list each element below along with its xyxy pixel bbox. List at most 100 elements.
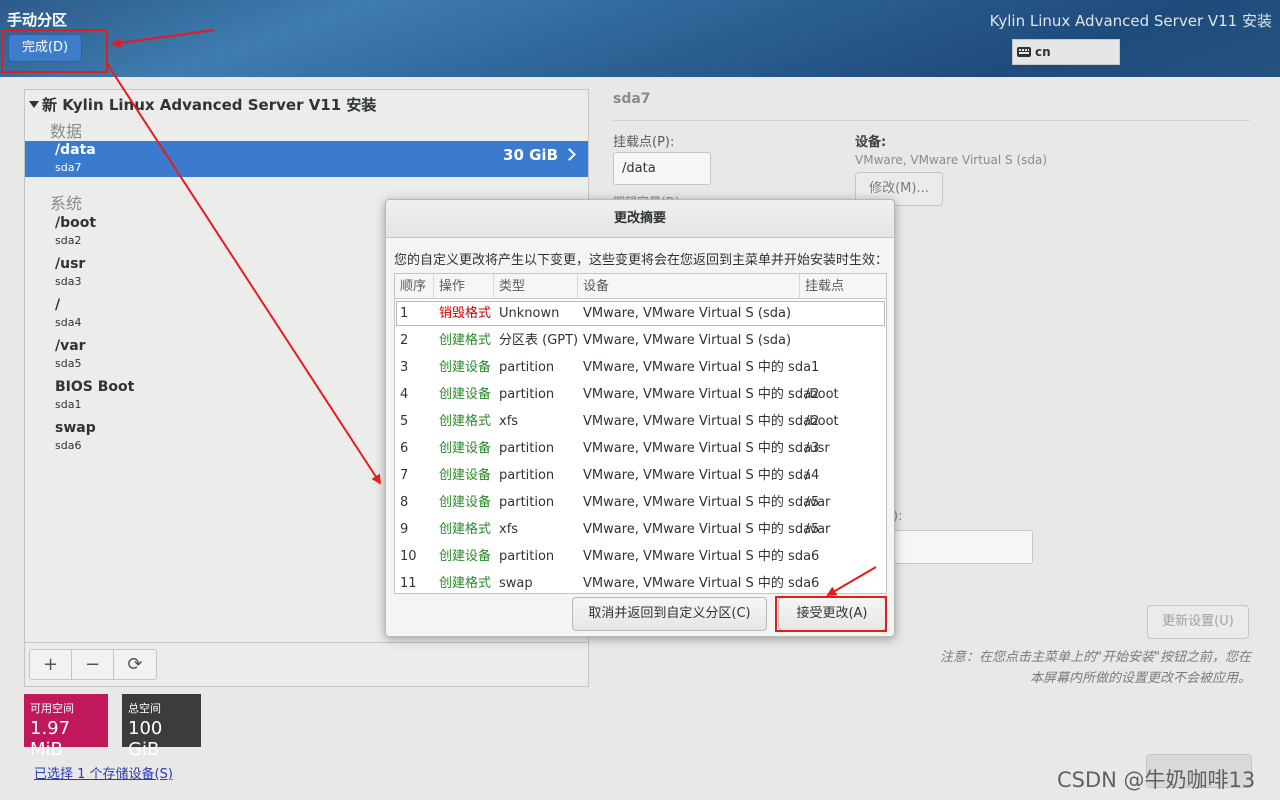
row-order-cell: 3 — [400, 360, 409, 375]
table-row[interactable]: 5 创建格式 xfs VMware, VMware Virtual S 中的 sda2… — [395, 408, 886, 435]
row-device-cell: VMware, VMware Virtual S (sda) — [583, 333, 792, 348]
summary-of-changes-dialog: 更改摘要 您的自定义更改将产生以下变更，这些变更将会在您返回到主菜单并开始安装时… — [385, 199, 895, 637]
row-type-cell: Unknown — [499, 306, 560, 321]
table-row[interactable]: 9 创建格式 xfs VMware, VMware Virtual S 中的 sda5… — [395, 516, 886, 543]
row-order-cell: 1 — [400, 306, 409, 321]
installation-tree-root[interactable]: 新 Kylin Linux Advanced Server V11 安装 — [29, 94, 376, 115]
watermark: CSDN @牛奶咖啡13 — [1057, 768, 1256, 792]
label-input[interactable] — [893, 530, 1033, 564]
dialog-description: 您的自定义更改将产生以下变更，这些变更将会在您返回到主菜单并开始安装时生效： — [394, 253, 889, 268]
table-row[interactable]: 11 创建格式 swap VMware, VMware Virtual S 中的 sd… — [395, 570, 886, 593]
selected-storage-link[interactable]: 已选择 1 个存储设备(S) — [34, 763, 173, 782]
mount-item-device: sda1 — [55, 398, 82, 411]
annotation-highlight-done — [1, 29, 108, 73]
row-device-cell: VMware, VMware Virtual S 中的 sda6 — [583, 549, 820, 564]
toolbar-button-group: + − ⟳ — [29, 649, 157, 680]
row-device-cell: VMware, VMware Virtual S 中的 sda1 — [583, 360, 820, 375]
total-space-value: 100 GiB — [128, 718, 163, 760]
total-space-label: 总空间 — [128, 702, 161, 715]
row-action-cell: 创建格式 — [439, 576, 492, 591]
table-row[interactable]: 1 销毁格式 Unknown VMware, VMware Virtual S (sd… — [395, 300, 886, 327]
available-space-box: 可用空间 1.97 MiB — [24, 694, 108, 760]
available-space-value: 1.97 MiB — [30, 718, 71, 760]
table-row[interactable]: 3 创建设备 partition VMware, VMware Virtual S 中… — [395, 354, 886, 381]
row-mount-point-cell: /usr — [805, 441, 830, 456]
row-action-cell: 创建格式 — [439, 414, 492, 429]
row-type-cell: partition — [499, 468, 555, 483]
row-action-cell: 创建格式 — [439, 522, 492, 537]
installation-root-label: 新 Kylin Linux Advanced Server V11 安装 — [42, 96, 377, 114]
available-space-label: 可用空间 — [30, 702, 74, 715]
keyboard-icon — [1017, 47, 1031, 57]
column-header-device[interactable]: 设备 — [578, 274, 800, 299]
mount-item-size: 30 GiB — [503, 146, 558, 164]
table-row[interactable]: 10 创建设备 partition VMware, VMware Virtual S … — [395, 543, 886, 570]
row-action-cell: 创建格式 — [439, 333, 492, 348]
row-device-cell: VMware, VMware Virtual S 中的 sda5 — [583, 522, 820, 537]
row-type-cell: swap — [499, 576, 533, 591]
row-action-cell: 创建设备 — [439, 468, 492, 483]
keyboard-layout-label: cn — [1035, 45, 1051, 59]
mount-item-data[interactable]: /data sda7 30 GiB — [25, 141, 588, 177]
partition-detail-title: sda7 — [613, 91, 651, 107]
table-row[interactable]: 2 创建格式 分区表 (GPT) VMware, VMware Virtual S (… — [395, 327, 886, 354]
row-type-cell: partition — [499, 441, 555, 456]
page-title: 手动分区 — [7, 11, 68, 29]
row-order-cell: 8 — [400, 495, 409, 510]
mount-point-toolbar: + − ⟳ — [25, 642, 588, 686]
row-order-cell: 2 — [400, 333, 409, 348]
table-row[interactable]: 7 创建设备 partition VMware, VMware Virtual S 中… — [395, 462, 886, 489]
annotation-highlight-accept — [775, 596, 887, 632]
row-order-cell: 9 — [400, 522, 409, 537]
table-row[interactable]: 6 创建设备 partition VMware, VMware Virtual S 中… — [395, 435, 886, 462]
keyboard-layout-indicator[interactable]: cn — [1012, 39, 1120, 65]
mount-item-name: /data — [55, 142, 96, 158]
row-device-cell: VMware, VMware Virtual S (sda) — [583, 306, 792, 321]
row-action-cell: 创建设备 — [439, 495, 492, 510]
chevron-right-icon — [563, 148, 576, 161]
row-device-cell: VMware, VMware Virtual S 中的 sda2 — [583, 414, 820, 429]
row-device-cell: VMware, VMware Virtual S 中的 sda6 — [583, 576, 820, 591]
row-type-cell: xfs — [499, 414, 519, 429]
row-order-cell: 5 — [400, 414, 409, 429]
mount-item-device: sda2 — [55, 234, 82, 247]
product-name: Kylin Linux Advanced Server V11 安装 — [989, 12, 1272, 30]
row-type-cell: partition — [499, 495, 555, 510]
row-order-cell: 6 — [400, 441, 409, 456]
apply-note: 注意：在您点击主菜单上的"开始安装"按钮之前，您在 本屏幕内所做的设置更改不会被… — [891, 647, 1251, 689]
row-mount-point-cell: /var — [805, 495, 831, 510]
top-header: 手动分区 完成(D) Kylin Linux Advanced Server V… — [0, 0, 1280, 77]
cancel-return-button[interactable]: 取消并返回到自定义分区(C) — [572, 597, 767, 631]
device-value: VMware, VMware Virtual S (sda) — [855, 153, 1048, 167]
mount-item-name: /var — [55, 338, 86, 354]
column-header-action[interactable]: 操作 — [434, 274, 494, 299]
row-mount-point-cell: /var — [805, 522, 831, 537]
mount-item-name: BIOS Boot — [55, 379, 135, 395]
row-order-cell: 11 — [400, 576, 417, 591]
group-label-system: 系统 — [50, 194, 83, 213]
remove-mount-point-button[interactable]: − — [72, 650, 114, 679]
column-header-mount-point[interactable]: 挂载点 — [800, 274, 886, 299]
apply-note-line: 注意：在您点击主菜单上的"开始安装"按钮之前，您在 — [940, 650, 1251, 665]
mount-item-device: sda3 — [55, 275, 82, 288]
mount-point-input[interactable]: /data — [613, 152, 711, 185]
mount-item-device: sda7 — [55, 161, 82, 174]
row-action-cell: 创建设备 — [439, 549, 492, 564]
row-type-cell: partition — [499, 360, 555, 375]
add-mount-point-button[interactable]: + — [30, 650, 72, 679]
update-settings-button[interactable]: 更新设置(U) — [1147, 605, 1249, 639]
row-action-cell: 创建设备 — [439, 441, 492, 456]
table-row[interactable]: 8 创建设备 partition VMware, VMware Virtual S 中… — [395, 489, 886, 516]
row-action-cell: 销毁格式 — [439, 306, 492, 321]
row-order-cell: 7 — [400, 468, 409, 483]
row-action-cell: 创建设备 — [439, 360, 492, 375]
table-header: 顺序 操作 类型 设备 挂载点 — [395, 274, 886, 299]
column-header-order[interactable]: 顺序 — [395, 274, 434, 299]
group-label-data: 数据 — [50, 122, 83, 141]
row-order-cell: 4 — [400, 387, 409, 402]
refresh-button[interactable]: ⟳ — [114, 650, 156, 679]
table-row[interactable]: 4 创建设备 partition VMware, VMware Virtual S 中… — [395, 381, 886, 408]
row-type-cell: partition — [499, 549, 555, 564]
device-label: 设备: — [855, 135, 887, 150]
column-header-type[interactable]: 类型 — [494, 274, 578, 299]
